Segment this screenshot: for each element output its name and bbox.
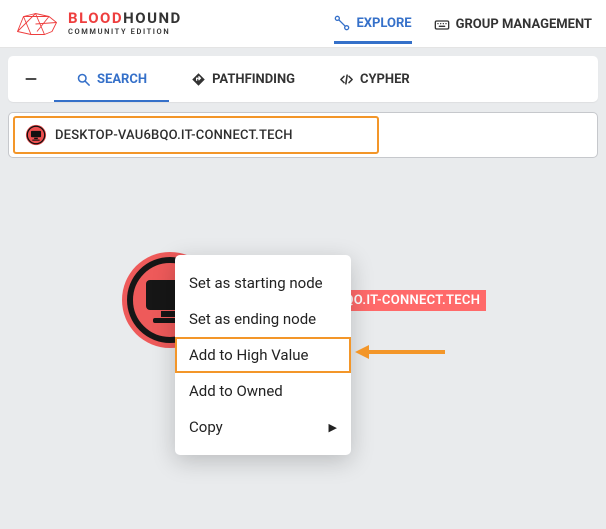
keyboard-icon <box>434 17 450 33</box>
search-input-container[interactable]: DESKTOP-VAU6BQO.IT-CONNECT.TECH <box>8 112 598 158</box>
tab-search[interactable]: SEARCH <box>54 56 169 102</box>
brand-name-a: BLOOD <box>68 9 123 27</box>
menu-add-owned[interactable]: Add to Owned <box>175 373 351 409</box>
tab-search-label: SEARCH <box>97 72 147 87</box>
menu-set-starting-node[interactable]: Set as starting node <box>175 265 351 301</box>
tab-pathfinding-label: PATHFINDING <box>212 72 295 87</box>
node-context-menu: Set as starting node Set as ending node … <box>175 255 351 455</box>
nav-explore-label: EXPLORE <box>356 16 411 31</box>
code-icon <box>339 72 354 87</box>
brand-subtitle: COMMUNITY EDITION <box>68 28 182 36</box>
chevron-right-icon: ▶ <box>329 421 337 434</box>
tab-pathfinding[interactable]: PATHFINDING <box>169 56 317 102</box>
menu-copy[interactable]: Copy ▶ <box>175 409 351 445</box>
tab-cypher-label: CYPHER <box>360 72 410 87</box>
search-icon <box>76 72 91 87</box>
pathfinding-icon <box>191 72 206 87</box>
tab-cypher[interactable]: CYPHER <box>317 56 432 102</box>
nav-explore[interactable]: EXPLORE <box>334 3 411 44</box>
minus-icon <box>24 72 38 86</box>
menu-copy-label: Copy <box>189 418 223 436</box>
selected-node-label: DESKTOP-VAU6BQO.IT-CONNECT.TECH <box>55 128 293 143</box>
main-nav: EXPLORE GROUP MANAGEMENT <box>334 3 592 44</box>
menu-add-high-value[interactable]: Add to High Value <box>175 337 351 373</box>
logo-icon <box>14 9 60 39</box>
app-header: BLOODHOUND COMMUNITY EDITION EXPLORE GR <box>0 0 606 48</box>
collapse-toggle[interactable] <box>8 56 54 102</box>
query-toolbar: SEARCH PATHFINDING CYPHER <box>8 56 598 102</box>
explore-icon <box>334 15 350 31</box>
nav-group-management-label: GROUP MANAGEMENT <box>456 17 592 32</box>
nav-group-management[interactable]: GROUP MANAGEMENT <box>434 5 592 43</box>
logo-text: BLOODHOUND COMMUNITY EDITION <box>68 11 182 36</box>
menu-set-ending-node[interactable]: Set as ending node <box>175 301 351 337</box>
selected-node-chip[interactable]: DESKTOP-VAU6BQO.IT-CONNECT.TECH <box>13 116 379 154</box>
computer-node-icon <box>25 124 47 146</box>
app-logo: BLOODHOUND COMMUNITY EDITION <box>14 9 182 39</box>
annotation-arrow-icon <box>355 344 445 360</box>
query-tabs: SEARCH PATHFINDING CYPHER <box>54 56 598 102</box>
brand-name-b: HOUND <box>123 9 182 27</box>
